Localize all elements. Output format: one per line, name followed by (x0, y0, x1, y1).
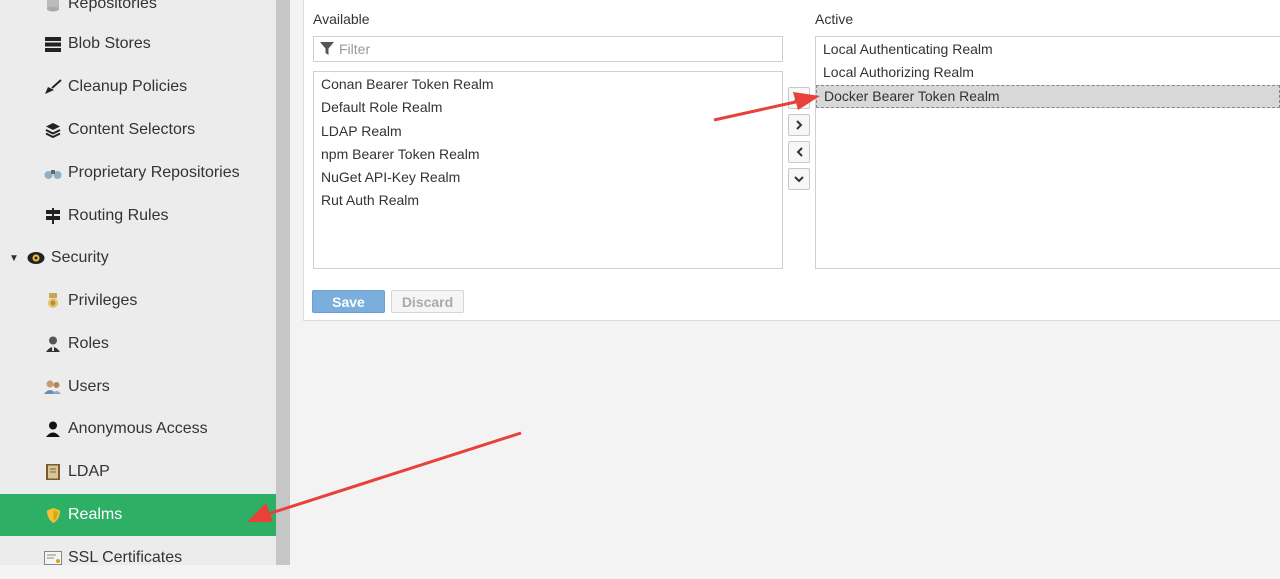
list-item-selected[interactable]: Docker Bearer Token Realm (816, 84, 1280, 108)
sidebar-item-label: Privileges (68, 292, 138, 309)
list-item[interactable]: Rut Auth Realm (314, 189, 782, 212)
sidebar-item-routing-rules[interactable]: Routing Rules (0, 195, 276, 237)
sidebar-item-users[interactable]: Users (0, 366, 276, 408)
certificate-icon (44, 549, 62, 567)
sidebar-item-proprietary-repositories[interactable]: Proprietary Repositories (0, 152, 276, 194)
sidebar-item-ldap[interactable]: LDAP (0, 451, 276, 493)
broom-icon (44, 78, 62, 96)
sidebar-item-label: Roles (68, 335, 109, 352)
sidebar-item-anonymous-access[interactable]: Anonymous Access (0, 408, 276, 450)
users-icon (44, 378, 62, 396)
move-up-button[interactable] (788, 87, 810, 109)
list-item[interactable]: Local Authenticating Realm (816, 38, 1280, 61)
shield-icon (44, 506, 62, 524)
sidebar-item-label: Proprietary Repositories (68, 164, 240, 181)
filter-icon (320, 42, 334, 56)
database-icon (44, 0, 62, 13)
available-realms-list[interactable]: Conan Bearer Token Realm Default Role Re… (313, 71, 783, 269)
signpost-icon (44, 207, 62, 225)
sidebar-item-label: Security (50, 249, 109, 266)
move-left-button[interactable] (788, 141, 810, 163)
list-item[interactable]: Local Authorizing Realm (816, 61, 1280, 84)
eye-icon (27, 249, 45, 267)
chevron-left-icon (796, 147, 803, 157)
save-button[interactable]: Save (312, 290, 385, 313)
book-icon (44, 463, 62, 481)
list-item[interactable]: Default Role Realm (314, 96, 782, 119)
move-right-button[interactable] (788, 114, 810, 136)
layers-icon (44, 121, 62, 139)
sidebar-item-label: Blob Stores (68, 35, 151, 52)
sidebar-item-cleanup-policies[interactable]: Cleanup Policies (0, 66, 276, 108)
sidebar-item-ssl-certificates[interactable]: SSL Certificates (0, 537, 276, 579)
list-item[interactable]: LDAP Realm (314, 120, 782, 143)
move-down-button[interactable] (788, 168, 810, 190)
sidebar: Repositories Blob Stores Cleanup Policie… (0, 0, 276, 566)
discard-button[interactable]: Discard (391, 290, 464, 313)
active-label: Active (815, 11, 854, 27)
sidebar-item-label: Users (68, 378, 110, 395)
user-icon (44, 420, 62, 438)
available-label: Available (313, 11, 370, 27)
user-tie-icon (44, 335, 62, 353)
medal-icon (44, 292, 62, 310)
sidebar-item-label: Cleanup Policies (68, 78, 188, 95)
server-icon (44, 35, 62, 53)
sidebar-resize-handle[interactable] (276, 0, 290, 565)
sidebar-item-label: Realms (68, 506, 123, 523)
sidebar-item-blob-stores[interactable]: Blob Stores (0, 23, 276, 65)
sidebar-item-privileges[interactable]: Privileges (0, 280, 276, 322)
caret-down-icon[interactable]: ▼ (9, 253, 19, 264)
sidebar-item-roles[interactable]: Roles (0, 323, 276, 365)
active-realms-list[interactable]: Local Authenticating Realm Local Authori… (815, 36, 1280, 269)
chevron-down-icon (794, 175, 804, 182)
sidebar-item-label: LDAP (68, 463, 110, 480)
chevron-right-icon (795, 120, 802, 130)
sidebar-item-content-selectors[interactable]: Content Selectors (0, 109, 276, 151)
filter-field[interactable] (313, 36, 783, 62)
list-item[interactable]: npm Bearer Token Realm (314, 143, 782, 166)
sidebar-item-label: Routing Rules (68, 207, 169, 224)
sidebar-group-security[interactable]: ▼ Security (0, 237, 276, 279)
chevron-up-icon (794, 95, 804, 102)
sidebar-item-label: Content Selectors (68, 121, 196, 138)
binoculars-icon (44, 164, 62, 182)
sidebar-item-label: Anonymous Access (68, 420, 208, 437)
list-item[interactable]: Conan Bearer Token Realm (314, 73, 782, 96)
sidebar-item-label: Repositories (68, 0, 157, 12)
sidebar-item-repositories[interactable]: Repositories (0, 0, 276, 25)
filter-input[interactable] (339, 41, 769, 57)
sidebar-item-realms[interactable]: Realms (0, 494, 276, 536)
list-item[interactable]: NuGet API-Key Realm (314, 166, 782, 189)
sidebar-item-label: SSL Certificates (68, 549, 183, 566)
